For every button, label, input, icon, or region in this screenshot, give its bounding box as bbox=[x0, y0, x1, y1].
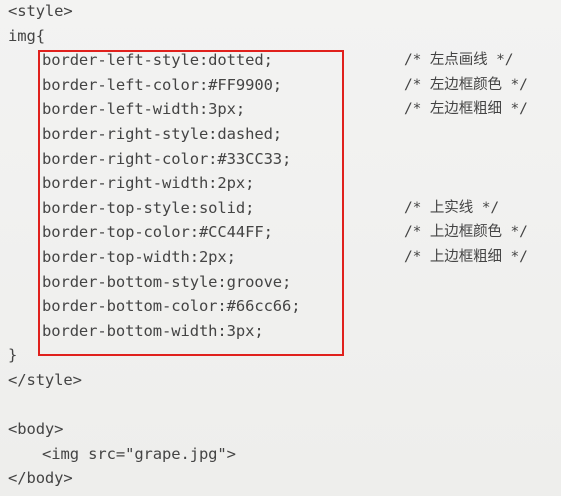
code-text: </body> bbox=[8, 469, 73, 488]
code-comment: /* 上边框颜色 */ bbox=[404, 224, 528, 241]
code-comment: /* 左边框颜色 */ bbox=[404, 76, 528, 93]
code-text: <img src="grape.jpg"> bbox=[42, 444, 236, 463]
code-text: } bbox=[8, 346, 18, 365]
code-line: img{ bbox=[0, 25, 561, 47]
code-text: img{ bbox=[8, 26, 45, 45]
code-line: <img src="grape.jpg"> bbox=[0, 443, 561, 465]
code-text: <body> bbox=[8, 420, 64, 439]
code-line: <body> bbox=[0, 418, 561, 440]
code-line: </body> bbox=[0, 467, 561, 489]
code-comment: /* 左边框粗细 */ bbox=[404, 101, 528, 118]
code-listing-page: <style> img{border-left-style:dotted;/* 左… bbox=[0, 0, 561, 496]
code-comment: /* 上边框粗细 */ bbox=[404, 249, 528, 265]
code-comment: /* 左点画线 */ bbox=[404, 52, 514, 69]
code-text: <style> bbox=[8, 2, 73, 20]
code-text: </style> bbox=[8, 371, 82, 389]
code-line: </style> bbox=[0, 369, 561, 391]
code-line: <style> bbox=[0, 0, 561, 22]
highlight-box bbox=[38, 50, 344, 356]
code-comment: /* 上实线 */ bbox=[404, 199, 499, 216]
